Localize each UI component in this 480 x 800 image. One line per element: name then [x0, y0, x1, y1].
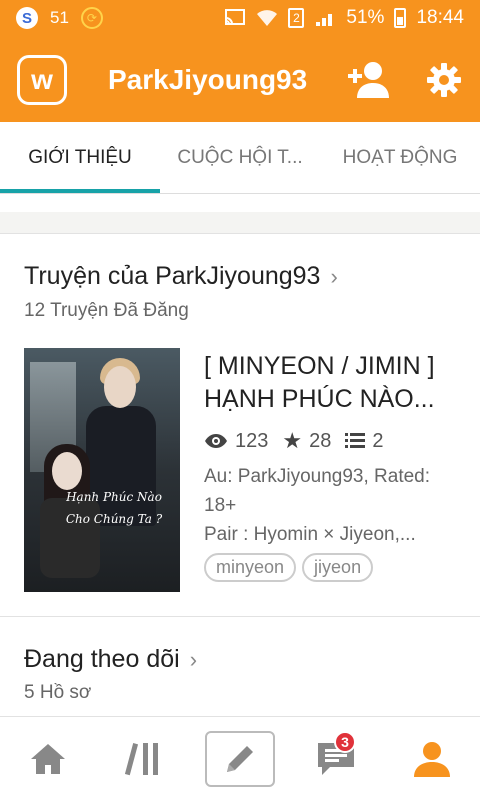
home-icon — [31, 744, 65, 774]
battery-icon — [394, 8, 407, 28]
battery-percent: 51% — [346, 7, 385, 28]
nav-library[interactable] — [96, 717, 192, 800]
tag-chip[interactable]: minyeon — [204, 553, 297, 582]
tab-conversations[interactable]: CUỘC HỘI T... — [160, 122, 320, 194]
tag-chip[interactable]: jiyeon — [302, 553, 374, 582]
notification-count: 51 — [50, 8, 69, 27]
profile-icon — [414, 742, 450, 777]
eye-icon — [205, 434, 227, 448]
sync-icon: ⟳ — [80, 7, 103, 29]
section-divider — [0, 616, 480, 617]
part-count: 2 — [372, 429, 384, 452]
cast-icon — [225, 9, 246, 25]
library-icon — [125, 743, 158, 776]
follow-user-icon[interactable] — [346, 60, 390, 100]
nav-home[interactable] — [0, 717, 96, 800]
following-section-title: Đang theo dõi — [24, 645, 180, 673]
app-bar: w ParkJiyoung93 — [0, 38, 480, 122]
vote-count: 28 — [309, 429, 332, 452]
story-tags: minyeon jiyeon — [204, 553, 374, 582]
messages-badge: 3 — [334, 731, 356, 753]
story-description: Au: ParkJiyoung93, Rated: 18+ Pair : Hyo… — [204, 466, 431, 545]
list-icon — [345, 433, 366, 448]
app-notification-icon: S — [16, 7, 38, 29]
section-spacer — [0, 212, 480, 234]
stories-section-header[interactable]: Truyện của ParkJiyoung93 › — [24, 262, 338, 291]
stories-count: 12 Truyện Đã Đăng — [24, 300, 189, 321]
stories-section-title: Truyện của ParkJiyoung93 — [24, 262, 321, 290]
story-cover-image[interactable]: Hạnh Phúc Nào Cho Chúng Ta ? — [24, 348, 180, 592]
nav-profile[interactable] — [384, 717, 480, 800]
story-stats: 123 ★ 28 2 — [204, 428, 397, 454]
status-bar: S 51 ⟳ 2 51% 18:44 — [0, 0, 480, 38]
profile-tabs: GIỚI THIỆU CUỘC HỘI T... HOẠT ĐỘNG — [0, 122, 480, 194]
bottom-navigation: 3 — [0, 716, 480, 800]
story-title[interactable]: [ MINYEON / JIMIN ] HẠNH PHÚC NÀO... — [204, 350, 466, 416]
settings-gear-icon[interactable] — [426, 62, 462, 98]
tab-activity[interactable]: HOẠT ĐỘNG — [320, 122, 480, 194]
wifi-icon — [257, 10, 278, 26]
active-tab-indicator — [0, 189, 160, 193]
chevron-right-icon: › — [189, 646, 198, 672]
tab-about[interactable]: GIỚI THIỆU — [0, 122, 160, 194]
clock: 18:44 — [416, 7, 464, 28]
wattpad-logo[interactable]: w — [17, 55, 67, 105]
chevron-right-icon: › — [330, 263, 338, 289]
following-section-header[interactable]: Đang theo dõi › — [24, 645, 197, 674]
cover-caption: Hạnh Phúc Nào Cho Chúng Ta ? — [65, 490, 163, 526]
star-icon: ★ — [282, 428, 303, 453]
nav-write[interactable] — [192, 717, 288, 800]
pencil-icon — [227, 746, 253, 772]
following-count: 5 Hồ sơ — [24, 682, 92, 703]
read-count: 123 — [235, 429, 269, 452]
nav-messages[interactable]: 3 — [288, 717, 384, 800]
sim-icon: 2 — [288, 8, 305, 28]
profile-username: ParkJiyoung93 — [108, 64, 308, 95]
signal-icon — [316, 14, 333, 26]
